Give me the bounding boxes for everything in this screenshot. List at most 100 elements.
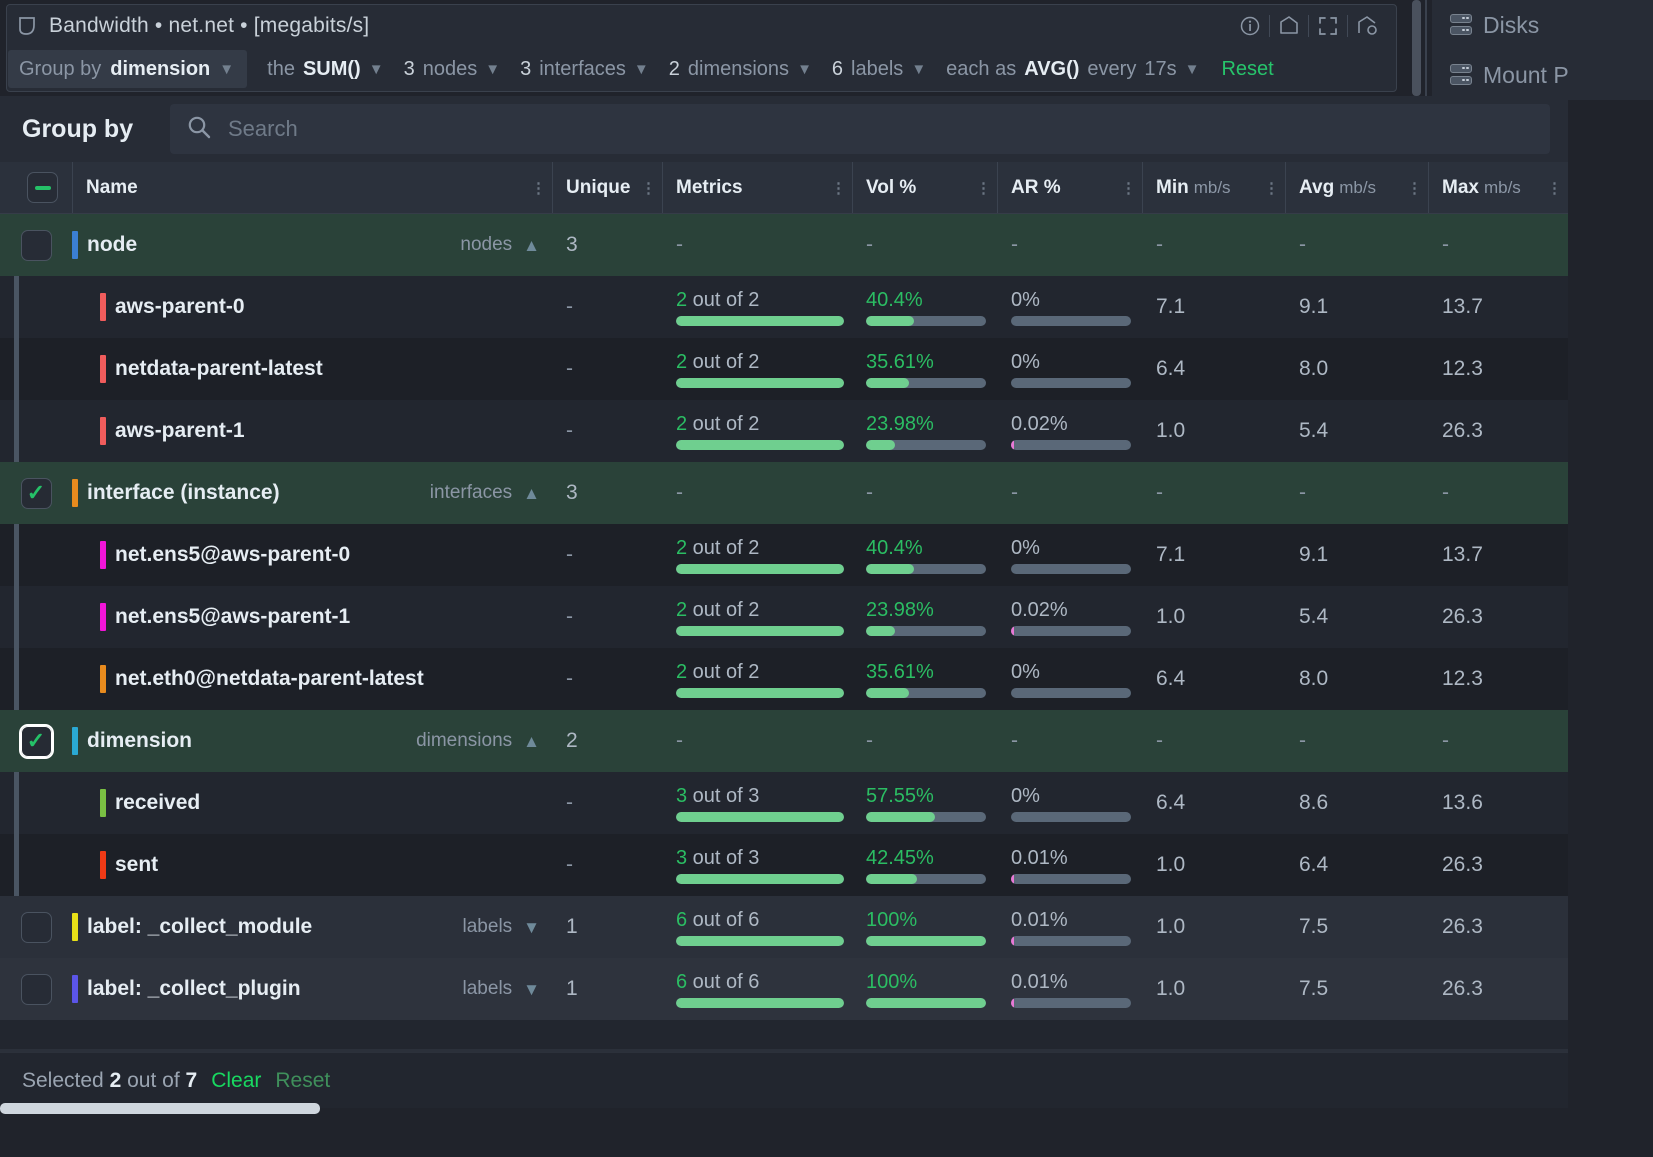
- table-label-row[interactable]: label: _collect_pluginlabels▼16 out of 6…: [0, 958, 1568, 1020]
- ar-label: 0.01%: [1011, 847, 1142, 870]
- metrics-count: 6: [676, 971, 687, 993]
- table-group-row[interactable]: ✓interface (instance)interfaces▲3------: [0, 462, 1568, 524]
- column-resize-handle[interactable]: ⋮: [831, 179, 845, 197]
- column-header-unit: mb/s: [1484, 178, 1521, 198]
- right-panel-item-mount-points[interactable]: Mount P: [1432, 50, 1653, 100]
- metrics-label: 2 out of 2: [676, 351, 852, 374]
- table-row[interactable]: sent-3 out of 342.45%0.01%1.06.426.3: [0, 834, 1568, 896]
- column-header-label: Min: [1156, 177, 1189, 199]
- fullscreen-icon[interactable]: [1309, 11, 1347, 41]
- ar-bar: [1011, 316, 1131, 326]
- vol-bar-fill: [866, 936, 986, 946]
- cell-ar: -: [997, 214, 1142, 276]
- row-name-cell: label: _collect_pluginlabels▼: [72, 958, 552, 1020]
- ar-stack: 0.02%: [997, 413, 1142, 450]
- horizontal-scrollbar[interactable]: [0, 1103, 320, 1114]
- column-resize-handle[interactable]: ⋮: [1547, 179, 1561, 197]
- ar-bar: [1011, 440, 1131, 450]
- chevron-up-icon[interactable]: ▲: [523, 733, 540, 750]
- ar-label: 0.02%: [1011, 599, 1142, 622]
- nodes-pill[interactable]: 3 nodes ▼: [404, 58, 500, 81]
- aggregate-pill[interactable]: the SUM() ▼: [267, 58, 383, 81]
- vol-label: 40.4%: [866, 537, 997, 560]
- search-input[interactable]: Search: [170, 104, 1550, 154]
- cell-ar: 0%: [997, 276, 1142, 338]
- info-icon[interactable]: [1231, 11, 1269, 41]
- ar-bar: [1011, 626, 1131, 636]
- column-header-metrics[interactable]: Metrics ⋮: [662, 162, 852, 213]
- table-row[interactable]: aws-parent-0-2 out of 240.4%0%7.19.113.7: [0, 276, 1568, 338]
- vertical-scrollbar[interactable]: [1412, 0, 1421, 96]
- table-group-row[interactable]: nodenodes▲3------: [0, 214, 1568, 276]
- column-header-ar[interactable]: AR % ⋮: [997, 162, 1142, 213]
- row-name-label: node: [87, 233, 137, 257]
- table-row[interactable]: net.ens5@aws-parent-0-2 out of 240.4%0%7…: [0, 524, 1568, 586]
- column-header-name[interactable]: Name ⋮: [72, 162, 552, 213]
- row-checkbox[interactable]: [21, 230, 52, 261]
- table-row[interactable]: net.eth0@netdata-parent-latest-2 out of …: [0, 648, 1568, 710]
- ar-bar: [1011, 874, 1131, 884]
- netdata-logo-icon: [17, 16, 39, 36]
- cell-avg: 8.6: [1285, 772, 1428, 834]
- vol-bar: [866, 812, 986, 822]
- metrics-label: 2 out of 2: [676, 599, 852, 622]
- table-row[interactable]: received-3 out of 357.55%0%6.48.613.6: [0, 772, 1568, 834]
- right-side-panel: Disks Mount P: [1432, 0, 1653, 100]
- column-header-unique[interactable]: Unique ⋮: [552, 162, 662, 213]
- column-header-avg[interactable]: Avg mb/s ⋮: [1285, 162, 1428, 213]
- chevron-down-icon[interactable]: ▼: [523, 919, 540, 936]
- metrics-bar-fill: [676, 936, 844, 946]
- table-row[interactable]: aws-parent-1-2 out of 223.98%0.02%1.05.4…: [0, 400, 1568, 462]
- cell-ar: 0%: [997, 338, 1142, 400]
- row-checkbox[interactable]: [21, 974, 52, 1005]
- group-by-pill[interactable]: Group by dimension ▼: [8, 50, 247, 88]
- query-reset-button[interactable]: Reset: [1221, 58, 1273, 81]
- right-panel-item-disks[interactable]: Disks: [1432, 0, 1653, 50]
- chart-toolbar: [1231, 11, 1386, 41]
- row-select-cell: [0, 648, 72, 710]
- labels-pill[interactable]: 6 labels ▼: [832, 58, 926, 81]
- each-as-pill[interactable]: each as AVG() every 17s ▼: [946, 58, 1199, 81]
- cell-max: 13.7: [1428, 524, 1568, 586]
- name-wrapper: net.ens5@aws-parent-0: [72, 541, 552, 569]
- anomaly-icon[interactable]: [1270, 11, 1308, 41]
- chevron-up-icon[interactable]: ▲: [523, 237, 540, 254]
- column-header-vol[interactable]: Vol % ⋮: [852, 162, 997, 213]
- column-header-label: AR %: [1011, 177, 1061, 199]
- interfaces-pill[interactable]: 3 interfaces ▼: [520, 58, 649, 81]
- vol-label: 42.45%: [866, 847, 997, 870]
- column-resize-handle[interactable]: ⋮: [1407, 179, 1421, 197]
- row-checkbox[interactable]: ✓: [21, 478, 52, 509]
- row-checkbox[interactable]: ✓: [21, 726, 52, 757]
- column-header-unit: mb/s: [1339, 178, 1376, 198]
- column-resize-handle[interactable]: ⋮: [1264, 179, 1278, 197]
- column-resize-handle[interactable]: ⋮: [976, 179, 990, 197]
- column-resize-handle[interactable]: ⋮: [641, 179, 655, 197]
- vol-bar: [866, 998, 986, 1008]
- row-checkbox[interactable]: [21, 912, 52, 943]
- column-resize-handle[interactable]: ⋮: [1121, 179, 1135, 197]
- cell-unique: -: [552, 400, 662, 462]
- dimensions-pill[interactable]: 2 dimensions ▼: [669, 58, 812, 81]
- ar-bar: [1011, 998, 1131, 1008]
- chevron-down-icon: ▼: [1185, 62, 1200, 77]
- select-all-checkbox[interactable]: [13, 172, 72, 203]
- vol-stack: 100%: [852, 909, 997, 946]
- clear-button[interactable]: Clear: [211, 1069, 261, 1093]
- nodes-label: nodes: [423, 58, 478, 81]
- chevron-up-icon[interactable]: ▲: [523, 485, 540, 502]
- column-header-min[interactable]: Min mb/s ⋮: [1142, 162, 1285, 213]
- table-label-row[interactable]: label: _collect_modulelabels▼16 out of 6…: [0, 896, 1568, 958]
- table-row[interactable]: net.ens5@aws-parent-1-2 out of 223.98%0.…: [0, 586, 1568, 648]
- chart-title: Bandwidth • net.net • [megabits/s]: [49, 14, 369, 38]
- alerts-icon[interactable]: [1348, 11, 1386, 41]
- cell-vol: 40.4%: [852, 524, 997, 586]
- column-resize-handle[interactable]: ⋮: [531, 179, 545, 197]
- row-name-cell: net.ens5@aws-parent-1: [72, 586, 552, 648]
- reset-button[interactable]: Reset: [275, 1069, 330, 1093]
- column-header-max[interactable]: Max mb/s ⋮: [1428, 162, 1568, 213]
- table-row[interactable]: netdata-parent-latest-2 out of 235.61%0%…: [0, 338, 1568, 400]
- chevron-down-icon[interactable]: ▼: [523, 981, 540, 998]
- column-header-label: Unique: [566, 177, 630, 199]
- table-group-row[interactable]: ✓dimensiondimensions▲2------: [0, 710, 1568, 772]
